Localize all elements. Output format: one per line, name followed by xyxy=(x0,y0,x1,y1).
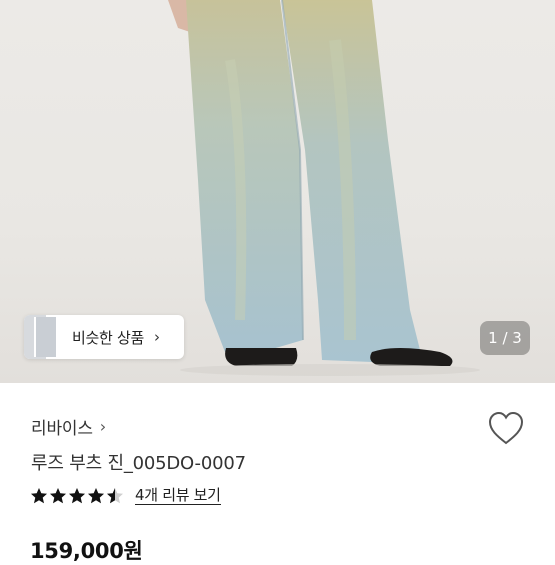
image-pager: 1 / 3 xyxy=(480,321,530,355)
brand-name: 리바이스 xyxy=(31,419,93,439)
similar-thumbnails xyxy=(24,315,62,359)
star-full-icon xyxy=(50,487,66,503)
chevron-right-icon: › xyxy=(153,328,160,346)
brand-link[interactable]: 리바이스 › xyxy=(31,414,106,439)
chevron-right-icon: › xyxy=(99,417,106,436)
star-half-icon xyxy=(107,487,123,503)
star-full-icon xyxy=(31,487,47,503)
product-title: 루즈 부츠 진_005DO-0007 xyxy=(31,453,246,474)
rating-row: 4개 리뷰 보기 xyxy=(30,486,221,505)
product-price: 159,000원 xyxy=(30,539,143,563)
heart-icon[interactable] xyxy=(487,410,525,446)
similar-products-button[interactable]: 비슷한 상품 › xyxy=(24,315,184,359)
star-rating xyxy=(30,487,125,505)
review-link[interactable]: 4개 리뷰 보기 xyxy=(135,486,221,505)
star-full-icon xyxy=(88,487,104,503)
product-image[interactable]: 비슷한 상품 › 1 / 3 xyxy=(0,0,555,383)
star-full-icon xyxy=(69,487,85,503)
similar-products-label: 비슷한 상품 xyxy=(72,328,144,347)
